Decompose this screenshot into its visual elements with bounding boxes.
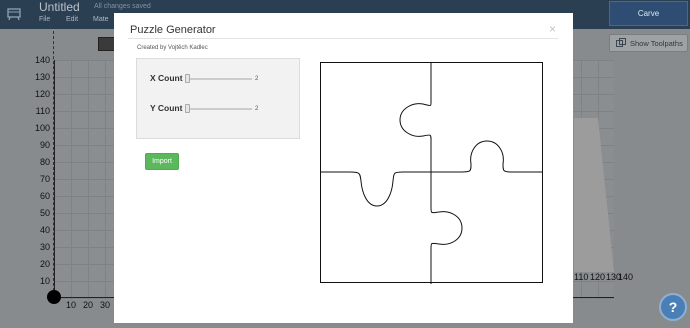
y-count-label: Y Count: [150, 103, 183, 113]
x-tick: 140: [618, 272, 634, 282]
y-axis-line: [54, 60, 55, 298]
cnc-machine-icon[interactable]: [6, 6, 22, 22]
y-tick: 120: [34, 89, 50, 99]
x-count-label: X Count: [150, 73, 183, 83]
y-count-value: 2: [255, 106, 259, 112]
origin-marker[interactable]: [47, 290, 61, 304]
menu-material[interactable]: Mate: [93, 16, 109, 23]
import-button[interactable]: Import: [145, 153, 179, 170]
author-credit: Created by Vojtěch Kadlec: [137, 45, 208, 51]
y-tick: 30: [39, 242, 50, 252]
y-tick: 100: [34, 123, 50, 133]
puzzle-generator-dialog: Puzzle Generator × Created by Vojtěch Ka…: [114, 13, 573, 323]
puzzle-preview: [320, 62, 543, 284]
document-title[interactable]: Untitled: [39, 0, 80, 14]
y-tick: 110: [35, 106, 50, 116]
x-tick: 30: [100, 300, 111, 310]
settings-panel: X Count 2 Y Count 2: [136, 58, 300, 139]
y-tick: 90: [39, 140, 50, 150]
dialog-divider: [128, 38, 558, 39]
x-tick: 120: [590, 272, 606, 282]
y-tick: 10: [39, 276, 50, 286]
menu-file[interactable]: File: [39, 16, 50, 23]
show-toolpaths-button[interactable]: Show Toolpaths: [609, 34, 688, 52]
help-button[interactable]: ?: [659, 293, 687, 321]
dialog-title: Puzzle Generator: [130, 24, 216, 36]
y-count-slider-handle[interactable]: [185, 104, 190, 113]
y-tick: 70: [39, 174, 50, 184]
carve-button[interactable]: Carve: [609, 1, 688, 26]
y-tick: 50: [39, 208, 50, 218]
y-tick: 60: [39, 191, 50, 201]
x-count-slider[interactable]: [188, 78, 252, 80]
y-tick: 140: [34, 55, 50, 65]
y-tick: 20: [39, 259, 50, 269]
show-toolpaths-label: Show Toolpaths: [630, 38, 683, 48]
x-tick: 10: [66, 300, 77, 310]
close-icon[interactable]: ×: [549, 22, 556, 36]
y-tick: 130: [34, 72, 50, 82]
y-count-slider[interactable]: [188, 108, 252, 110]
save-status: All changes saved: [94, 3, 151, 10]
toolpaths-icon: [616, 38, 626, 47]
x-count-value: 2: [255, 76, 259, 82]
x-tick: 110: [574, 272, 589, 282]
help-question-icon: ?: [668, 299, 678, 315]
y-tick: 80: [39, 157, 50, 167]
y-tick: 40: [39, 225, 50, 235]
x-tick: 20: [83, 300, 94, 310]
x-count-slider-handle[interactable]: [185, 74, 190, 83]
menu-edit[interactable]: Edit: [66, 16, 78, 23]
